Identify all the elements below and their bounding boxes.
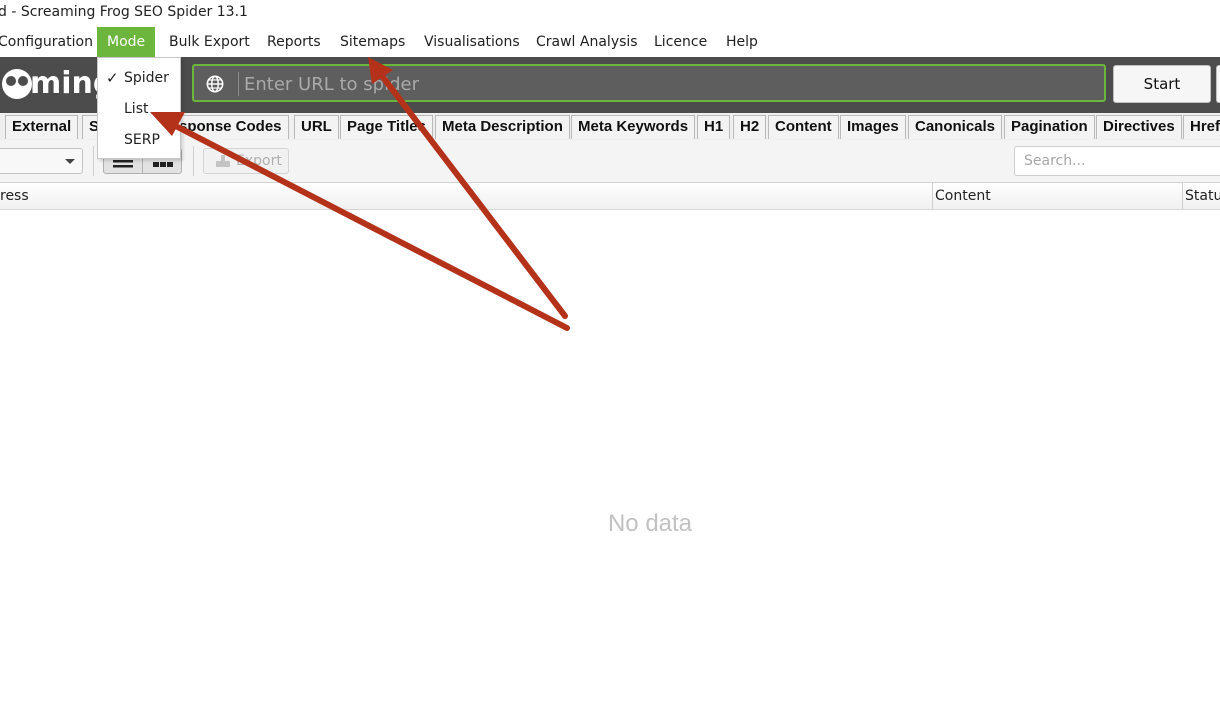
tab-meta-keywords[interactable]: Meta Keywords <box>571 115 696 139</box>
filter-select[interactable] <box>0 148 83 174</box>
menu-licence[interactable]: Licence <box>644 27 717 57</box>
tab-meta-description[interactable]: Meta Description <box>435 115 570 139</box>
mode-option-list[interactable]: List <box>98 94 180 124</box>
column-header-status[interactable]: Statu <box>1182 183 1220 209</box>
export-button[interactable]: Export <box>203 148 289 174</box>
menu-visualisations[interactable]: Visualisations <box>414 27 530 57</box>
toolbar-divider <box>93 146 94 176</box>
menu-sitemaps[interactable]: Sitemaps <box>330 27 415 57</box>
logo-text: ming <box>30 66 100 101</box>
mode-option-spider[interactable]: ✓ Spider <box>98 63 180 93</box>
chevron-down-icon <box>65 159 75 164</box>
tab-page-titles[interactable]: Page Titles <box>340 115 433 139</box>
tab-h1[interactable]: H1 <box>697 115 731 139</box>
url-divider <box>238 72 239 96</box>
start-button[interactable]: Start <box>1113 65 1211 103</box>
menu-bulk-export[interactable]: Bulk Export <box>159 27 260 57</box>
tab-h2[interactable]: H2 <box>733 115 767 139</box>
mode-option-label: List <box>124 101 149 117</box>
app-logo: ming <box>0 57 100 113</box>
mode-option-label: SERP <box>124 132 160 148</box>
column-header-content[interactable]: Content <box>932 183 991 209</box>
mode-dropdown-menu: ✓ Spider List SERP <box>97 57 181 159</box>
header-bar: ming Start <box>0 57 1220 113</box>
results-grid: No data <box>0 210 1220 704</box>
url-input[interactable] <box>242 68 1086 100</box>
next-button-edge[interactable] <box>1216 65 1220 103</box>
menu-help[interactable]: Help <box>716 27 768 57</box>
menu-mode[interactable]: Mode <box>97 27 156 57</box>
tab-directives[interactable]: Directives <box>1096 115 1182 139</box>
menu-configuration[interactable]: Configuration <box>0 27 103 57</box>
tab-url[interactable]: URL <box>294 115 339 139</box>
window-title: d - Screaming Frog SEO Spider 13.1 <box>0 4 248 20</box>
export-icon <box>216 155 230 167</box>
tab-content[interactable]: Content <box>768 115 839 139</box>
tab-hreflang[interactable]: Href <box>1183 115 1220 139</box>
tab-pagination[interactable]: Pagination <box>1004 115 1095 139</box>
tab-external[interactable]: External <box>5 115 79 139</box>
url-bar <box>192 64 1106 102</box>
grid-header: ress Content Statu <box>0 183 1220 210</box>
mode-option-serp[interactable]: SERP <box>98 125 180 155</box>
menu-crawl-analysis[interactable]: Crawl Analysis <box>526 27 648 57</box>
empty-state-message: No data <box>607 510 693 537</box>
title-bar: d - Screaming Frog SEO Spider 13.1 <box>0 0 1220 26</box>
toolbar: Export <box>0 140 1220 183</box>
export-label: Export <box>236 153 282 169</box>
tab-response-codes[interactable]: sponse Codes <box>172 115 289 139</box>
app-window: d - Screaming Frog SEO Spider 13.1 Confi… <box>0 0 1220 704</box>
globe-icon <box>206 75 224 93</box>
frog-logo-icon <box>2 69 32 99</box>
mode-option-label: Spider <box>124 70 169 86</box>
checkmark-icon: ✓ <box>106 69 119 87</box>
menu-bar: Configuration Mode Bulk Export Reports S… <box>0 27 1220 57</box>
toolbar-divider <box>193 146 194 176</box>
tab-bar: External S sponse Codes URL Page Titles … <box>0 113 1220 141</box>
search-input[interactable] <box>1014 146 1220 176</box>
tab-canonicals[interactable]: Canonicals <box>908 115 1003 139</box>
column-header-address[interactable]: ress <box>0 183 29 209</box>
tab-images[interactable]: Images <box>840 115 906 139</box>
menu-reports[interactable]: Reports <box>257 27 331 57</box>
